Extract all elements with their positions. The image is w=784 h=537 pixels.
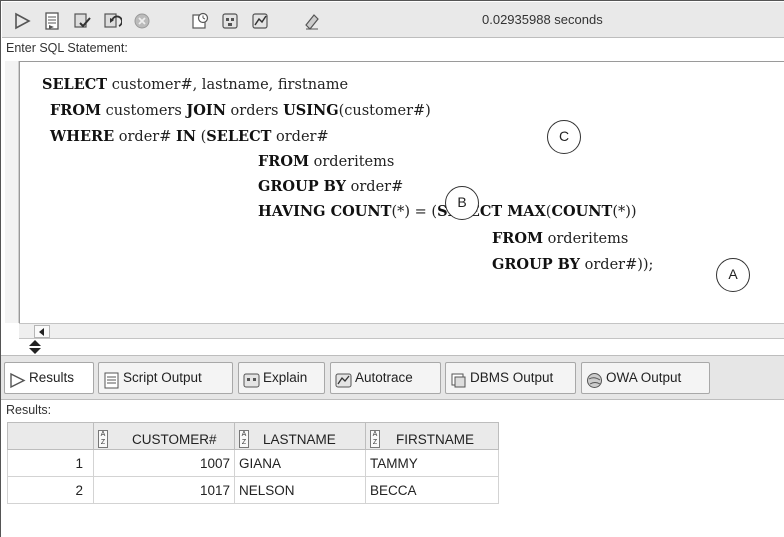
autotrace-icon[interactable] <box>250 11 270 31</box>
tab-dbms-output[interactable]: DBMS Output <box>445 362 576 394</box>
horizontal-scrollbar[interactable] <box>19 323 784 339</box>
tab-script-output-label: Script Output <box>123 370 202 385</box>
editor-gutter <box>5 61 19 323</box>
commit-icon[interactable] <box>72 11 92 31</box>
script-output-icon <box>103 370 120 389</box>
tab-script-output[interactable]: Script Output <box>98 362 233 394</box>
cell-customer[interactable]: 1007 <box>93 449 235 477</box>
rollback-icon[interactable] <box>102 11 122 31</box>
code-line-4: FROM orderitems <box>258 153 395 170</box>
cell-lastname[interactable]: NELSON <box>234 476 366 504</box>
worksheet-toolbar: 0.02935988 seconds <box>2 2 784 38</box>
tab-autotrace[interactable]: Autotrace <box>330 362 441 394</box>
code-line-2: FROM customers JOIN orders USING(custome… <box>50 102 431 119</box>
code-line-8: GROUP BY order#)); <box>492 256 654 273</box>
clear-eraser-icon[interactable] <box>302 11 322 31</box>
results-grid: A Z CUSTOMER# A Z LASTNAME A Z FIRSTNAME 1 100… <box>7 422 499 504</box>
enter-sql-label: Enter SQL Statement: <box>6 41 128 55</box>
run-statement-icon[interactable] <box>12 11 32 31</box>
row-number: 2 <box>7 476 94 504</box>
column-type-icon: AZ <box>370 430 380 448</box>
column-header-customer[interactable]: A Z CUSTOMER# <box>93 422 235 450</box>
row-number: 1 <box>7 449 94 477</box>
code-line-1: SELECT customer#, lastname, firstname <box>42 76 349 93</box>
tab-owa-output[interactable]: OWA Output <box>581 362 710 394</box>
table-row[interactable]: 2 1017 NELSON BECCA <box>7 476 499 504</box>
explain-icon <box>243 370 260 388</box>
callout-marker-a: A <box>716 258 750 292</box>
tab-results-label: Results <box>29 370 75 385</box>
cancel-icon[interactable] <box>132 11 152 31</box>
owa-output-icon <box>586 370 603 388</box>
cell-customer[interactable]: 1017 <box>93 476 235 504</box>
code-line-7: FROM orderitems <box>492 230 629 247</box>
column-type-icon: AZ <box>239 430 249 448</box>
column-header-lastname[interactable]: A Z LASTNAME <box>234 422 366 450</box>
splitter-arrows-icon[interactable] <box>27 340 51 354</box>
results-label: Results: <box>6 403 52 417</box>
sql-editor[interactable]: SELECT customer#, lastname, firstname FR… <box>19 61 784 323</box>
code-line-3: WHERE order# IN (SELECT order# <box>50 128 329 145</box>
cell-lastname[interactable]: GIANA <box>234 449 366 477</box>
results-play-icon <box>9 370 26 389</box>
tab-autotrace-label: Autotrace <box>355 370 413 385</box>
sql-history-icon[interactable] <box>190 11 210 31</box>
tab-dbms-output-label: DBMS Output <box>470 370 554 385</box>
autotrace-icon <box>335 370 352 388</box>
column-header-firstname[interactable]: A Z FIRSTNAME <box>365 422 499 450</box>
cell-firstname[interactable]: TAMMY <box>365 449 499 477</box>
callout-marker-c: C <box>547 120 581 154</box>
tab-owa-output-label: OWA Output <box>606 370 682 385</box>
scroll-left-arrow-icon[interactable] <box>34 325 50 338</box>
explain-plan-icon[interactable] <box>220 11 240 31</box>
tab-results[interactable]: Results <box>4 362 94 394</box>
elapsed-time-readout: 0.02935988 seconds <box>482 12 603 27</box>
code-line-5: GROUP BY order# <box>258 178 404 195</box>
table-row[interactable]: 1 1007 GIANA TAMMY <box>7 449 499 477</box>
grid-header-row: A Z CUSTOMER# A Z LASTNAME A Z FIRSTNAME <box>7 422 499 450</box>
tab-explain-label: Explain <box>263 370 308 385</box>
callout-marker-b: B <box>445 186 479 220</box>
row-number-header <box>7 422 94 450</box>
dbms-output-icon <box>450 370 467 388</box>
tab-explain[interactable]: Explain <box>238 362 325 394</box>
run-script-icon[interactable] <box>42 11 62 31</box>
output-tabs: Results Script Output Explain Autotrace … <box>1 355 784 400</box>
sql-worksheet-window: 0.02935988 seconds Enter SQL Statement: … <box>0 0 784 537</box>
cell-firstname[interactable]: BECCA <box>365 476 499 504</box>
column-type-icon: AZ <box>98 430 108 448</box>
